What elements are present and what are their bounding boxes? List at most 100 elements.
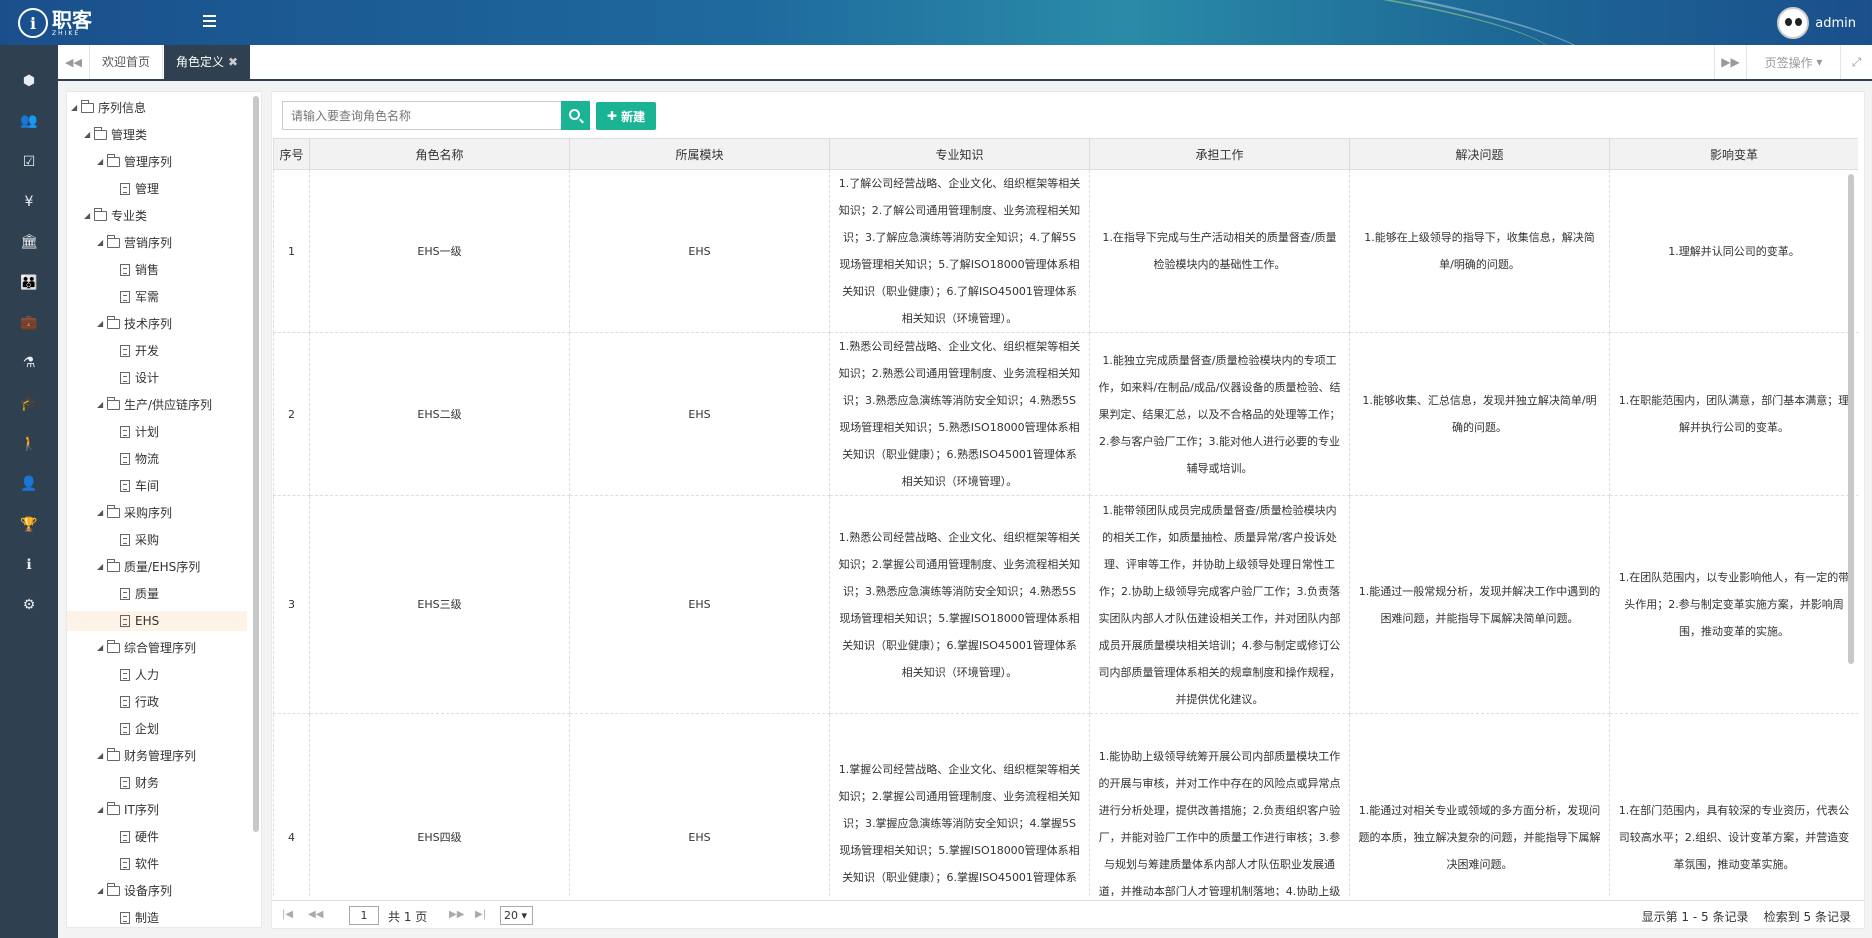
page-number-input[interactable]: 1: [349, 906, 379, 925]
tab-scroll-right-icon[interactable]: ▶▶: [1714, 45, 1746, 79]
tree-node[interactable]: ◢ 专业类: [84, 206, 147, 226]
page-ops-dropdown[interactable]: 页签操作 ▾: [1746, 45, 1840, 79]
file-icon: [120, 588, 130, 600]
tree-node-label: 综合管理序列: [124, 641, 197, 655]
table-row[interactable]: 3 EHS三级 EHS 1.熟悉公司经营战略、企业文化、组织框架等相关知识；2.掌握公…: [273, 495, 1858, 714]
tab-close-icon[interactable]: ✖: [228, 55, 238, 69]
tree-node[interactable]: 计划: [110, 422, 159, 442]
tree-node[interactable]: ◢ 管理类: [84, 125, 147, 145]
info-icon[interactable]: ℹ: [20, 556, 38, 574]
tab-scroll-left-icon[interactable]: ◀◀: [58, 45, 90, 79]
flask-icon[interactable]: ⚗: [20, 354, 38, 372]
tree-node[interactable]: ◢ 管理序列: [97, 152, 172, 172]
folder-open-icon: [81, 100, 94, 113]
tree-node-label: 营销序列: [124, 236, 173, 250]
tree-node[interactable]: ◢ 营销序列: [97, 233, 172, 253]
user-menu[interactable]: admin: [1777, 7, 1856, 39]
child-icon[interactable]: 🚶: [20, 435, 38, 453]
group-icon[interactable]: 👪: [20, 274, 38, 292]
tree-node[interactable]: 开发: [110, 341, 159, 361]
username[interactable]: admin: [1815, 16, 1856, 31]
graduation-cap-icon[interactable]: 🎓: [20, 395, 38, 413]
tree-node[interactable]: ◢ 财务管理序列: [97, 746, 196, 766]
yen-icon[interactable]: ¥: [20, 193, 38, 211]
tree-node[interactable]: ◢ 设备序列: [97, 881, 172, 901]
tree-node[interactable]: 物流: [110, 449, 159, 469]
fullscreen-icon[interactable]: ⤢: [1840, 45, 1872, 79]
tree-caret-icon[interactable]: ◢: [71, 98, 81, 118]
tree-node[interactable]: 软件: [110, 854, 159, 874]
tab-role-definition[interactable]: 角色定义 ✖: [164, 45, 251, 80]
next-page-icon[interactable]: ▶▶: [449, 909, 464, 920]
tree-node[interactable]: 人力: [110, 665, 159, 685]
tree-node[interactable]: 质量: [110, 584, 159, 604]
new-role-button[interactable]: ✚ 新建: [596, 102, 656, 130]
page-size-select[interactable]: 20 ▾: [500, 906, 533, 925]
tree-node[interactable]: 管理: [110, 179, 159, 199]
tree-caret-icon[interactable]: ◢: [97, 638, 107, 658]
tree-caret-icon[interactable]: ◢: [97, 152, 107, 172]
users-icon[interactable]: 👥: [20, 112, 38, 130]
cogs-icon[interactable]: ⚙: [20, 596, 38, 614]
first-page-icon[interactable]: |◀: [282, 909, 293, 920]
briefcase-icon[interactable]: 💼: [20, 314, 38, 332]
tree-node[interactable]: 销售: [110, 260, 159, 280]
tree-node[interactable]: ◢ 质量/EHS序列: [97, 557, 200, 577]
user-icon[interactable]: 👤: [20, 475, 38, 493]
app-logo[interactable]: i 职客 ZHIKE: [18, 8, 92, 38]
prev-page-icon[interactable]: ◀◀: [308, 909, 323, 920]
tree-caret-icon[interactable]: ◢: [84, 206, 94, 226]
role-search-input[interactable]: [282, 101, 563, 130]
search-button[interactable]: [561, 101, 590, 130]
menu-toggle-icon[interactable]: [203, 15, 216, 27]
table-scrollbar[interactable]: [1848, 174, 1854, 664]
tree-caret-icon[interactable]: ◢: [97, 314, 107, 334]
check-square-icon[interactable]: ☑: [20, 153, 38, 171]
col-header-change[interactable]: 影响变革: [1609, 138, 1858, 170]
tree-node[interactable]: 设计: [110, 368, 159, 388]
table-row[interactable]: 4 EHS四级 EHS 1.掌握公司经营战略、企业文化、组织框架等相关知识；2.掌握公…: [273, 713, 1858, 896]
tree-node[interactable]: ◢ 序列信息: [71, 98, 146, 118]
tree-node[interactable]: ◢ 技术序列: [97, 314, 172, 334]
col-header-problem[interactable]: 解决问题: [1349, 138, 1610, 170]
bank-icon[interactable]: 🏛: [20, 233, 38, 251]
tree-node[interactable]: 硬件: [110, 827, 159, 847]
tree-caret-icon[interactable]: ◢: [97, 395, 107, 415]
tree-caret-icon[interactable]: ◢: [97, 881, 107, 901]
tree-scrollbar[interactable]: [253, 96, 259, 832]
tree-node[interactable]: 制造: [110, 908, 159, 927]
tree-node-label: 管理: [135, 182, 160, 196]
avatar[interactable]: [1777, 7, 1810, 39]
tree-node[interactable]: ◢ 采购序列: [97, 503, 172, 523]
tree-caret-icon[interactable]: ◢: [97, 503, 107, 523]
cubes-icon[interactable]: ⬢: [20, 72, 38, 90]
tree-node[interactable]: 行政: [110, 692, 159, 712]
tree-node[interactable]: EHS: [67, 611, 247, 631]
tree-caret-icon[interactable]: ◢: [97, 557, 107, 577]
table-row[interactable]: 1 EHS一级 EHS 1.了解公司经营战略、企业文化、组织框架等相关知识；2.了解公…: [273, 169, 1858, 333]
tree-caret-icon[interactable]: ◢: [97, 233, 107, 253]
tree-node[interactable]: 军需: [110, 287, 159, 307]
tree-node[interactable]: 财务: [110, 773, 159, 793]
table-row[interactable]: 2 EHS二级 EHS 1.熟悉公司经营战略、企业文化、组织框架等相关知识；2.熟悉公…: [273, 332, 1858, 496]
tree-node[interactable]: 车间: [110, 476, 159, 496]
trophy-icon[interactable]: 🏆: [20, 516, 38, 534]
top-header: i 职客 ZHIKE admin: [0, 0, 1872, 45]
tree-node[interactable]: ◢ IT序列: [97, 800, 159, 820]
col-header-name[interactable]: 角色名称: [309, 138, 570, 170]
tree-node[interactable]: 企划: [110, 719, 159, 739]
last-page-icon[interactable]: ▶|: [475, 909, 486, 920]
col-header-no[interactable]: 序号: [273, 138, 310, 170]
tree-node[interactable]: 采购: [110, 530, 159, 550]
tree-caret-icon[interactable]: ◢: [84, 125, 94, 145]
tree-caret-icon[interactable]: ◢: [97, 746, 107, 766]
tree-node[interactable]: ◢ 生产/供应链序列: [97, 395, 212, 415]
col-header-work[interactable]: 承担工作: [1089, 138, 1350, 170]
tree-node[interactable]: ◢ 综合管理序列: [97, 638, 196, 658]
cell-change: 1.在部门范围内，具有较深的专业资历，代表公司较高水平；2.组织、设计变革方案，…: [1609, 713, 1858, 896]
col-header-knowledge[interactable]: 专业知识: [829, 138, 1090, 170]
file-icon: [120, 858, 130, 870]
tree-caret-icon[interactable]: ◢: [97, 800, 107, 820]
col-header-module[interactable]: 所属模块: [569, 138, 830, 170]
tab-home[interactable]: 欢迎首页: [90, 45, 164, 79]
